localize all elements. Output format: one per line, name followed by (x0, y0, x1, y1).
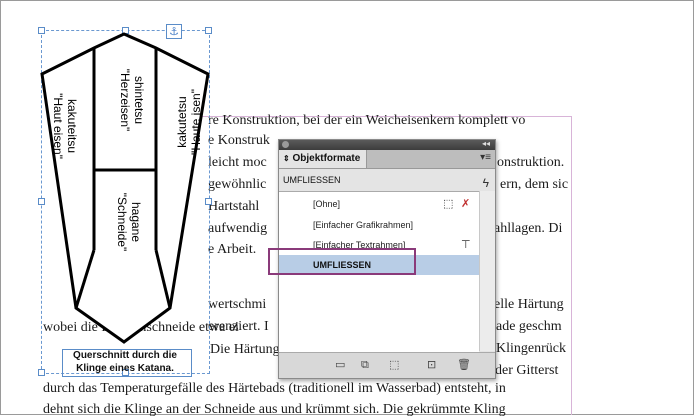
text-right-1: onstruktion. (497, 155, 565, 170)
list-item-label: [Einfacher Grafikrahmen] (313, 220, 414, 230)
new-group-icon[interactable]: ▭ (335, 358, 345, 371)
label-left-a: kakuteitsu (65, 99, 79, 153)
tab-object-styles[interactable]: ⇕ Objektformate (279, 150, 367, 168)
label-left-b: "Haut eisen" (51, 93, 65, 159)
margin-guide-right (571, 116, 572, 415)
panel-footer: ▭ ⧉ ⬚ ⊡ 🗑 (279, 352, 495, 378)
text-line-3: leicht moc (208, 155, 267, 170)
label-center-top-a: shintetsu (132, 76, 146, 124)
text-frame-icon: ⊤ (461, 238, 471, 251)
text-line-11b: Die Härtung (210, 342, 280, 357)
label-right-a: kakutetsu (175, 96, 189, 147)
label-right-b: "Haute isen" (189, 89, 203, 155)
list-item-label: [Ohne] (313, 199, 341, 209)
current-style-row: UMFLIESSEN ϟ (279, 169, 495, 191)
panel-menu-icon[interactable]: ▾≡ (480, 152, 491, 163)
caption-line-2: Klinge eines Katana. (76, 363, 174, 374)
frame-icon: ⬚ (443, 197, 454, 210)
text-bottom-2: dehnt sich die Klinge an der Schneide au… (43, 402, 506, 417)
caption-line-1: Querschnitt durch die (73, 350, 177, 361)
katana-cross-section-diagram: kakuteitsu "Haut eisen" shintetsu "Herze… (40, 32, 210, 344)
text-right-10: Klingenrück (496, 341, 566, 356)
text-bottom-1: durch das Temperaturgefälle des Härtebad… (43, 381, 506, 396)
panel-scrollbar[interactable] (479, 191, 495, 351)
text-line-1: re Konstruktion, bei der ein Weicheisenk… (208, 113, 526, 128)
text-line-9: wertschmi (208, 297, 267, 312)
tab-label: Objektformate (292, 153, 361, 164)
diagram-caption: Querschnitt durch die Klinge eines Katan… (60, 349, 190, 375)
label-center-bottom-a: hagane (129, 202, 143, 242)
list-item-grafikrahmen[interactable]: [Einfacher Grafikrahmen] (279, 215, 479, 235)
panel-titlebar[interactable]: ◂◂ (279, 139, 495, 150)
current-style-label: UMFLIESSEN (283, 175, 341, 185)
tab-arrows-icon: ⇕ (283, 154, 290, 163)
load-style-icon[interactable]: ⧉ (361, 358, 369, 372)
text-right-4: ahllagen. Di (494, 221, 563, 236)
text-right-11: der Gitterst (495, 363, 559, 378)
text-line-6: aufwendig (208, 221, 268, 236)
panel-close-icon[interactable] (282, 141, 289, 148)
label-center-bottom-b: "Schneide" (115, 193, 129, 252)
text-right-2: ern, dem sic (500, 177, 569, 192)
text-line-4: gewöhnlic (208, 177, 267, 192)
trash-icon[interactable]: 🗑 (457, 358, 471, 371)
annotation-highlight-box (268, 248, 416, 275)
frame-handle-bl[interactable] (38, 369, 45, 376)
label-center-top-b: "Herzeisen" (118, 69, 132, 132)
clear-overrides-icon[interactable]: ⬚ (389, 358, 399, 371)
text-right-8: elle Härtung (494, 297, 564, 312)
panel-collapse-icon[interactable]: ◂◂ (482, 139, 490, 148)
text-line-2: e Konstruk (208, 133, 270, 148)
panel-tab-bar: ⇕ Objektformate ▾≡ (279, 150, 495, 169)
no-style-icon: ✗ (461, 197, 471, 210)
list-item-ohne[interactable]: [Ohne] ⬚ ✗ (279, 194, 479, 214)
text-right-9: ade geschm (496, 319, 562, 334)
new-style-icon[interactable]: ⊡ (427, 358, 436, 371)
